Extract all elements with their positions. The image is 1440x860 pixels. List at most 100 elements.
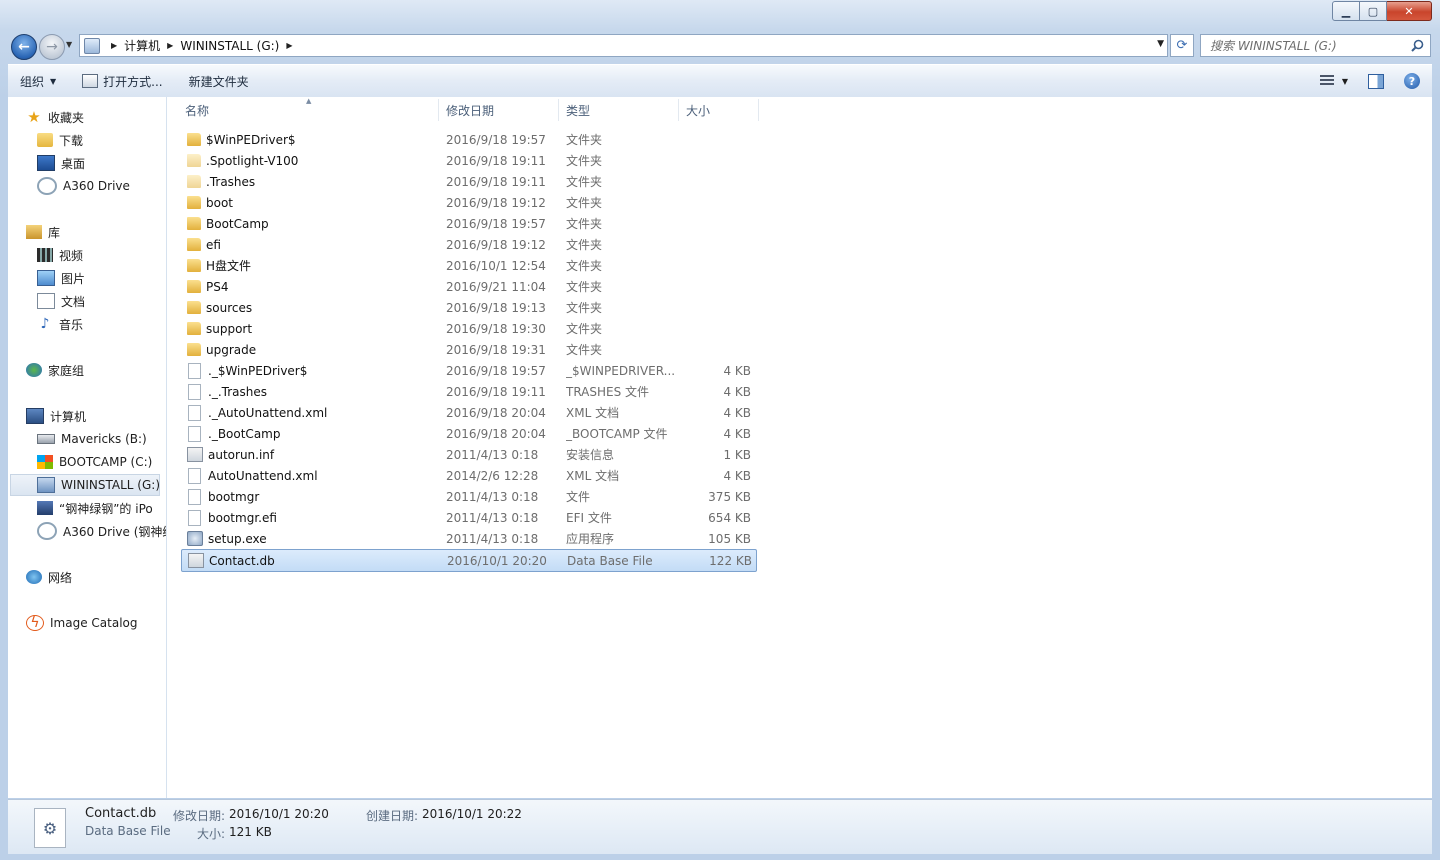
- search-icon[interactable]: [1411, 39, 1424, 52]
- column-header-size[interactable]: 大小: [686, 97, 710, 123]
- minimize-button[interactable]: ▁: [1332, 1, 1360, 21]
- sidebar-item-desktop[interactable]: 桌面: [37, 152, 85, 174]
- file-row[interactable]: ._BootCamp 2016/9/18 20:04 _BOOTCAMP 文件 4 K…: [181, 423, 755, 444]
- recent-pages-dropdown[interactable]: ▼: [66, 40, 72, 49]
- toolbar-right-group: ▼ ?: [1319, 65, 1432, 97]
- file-size: [678, 255, 751, 276]
- file-date: 2016/10/1 12:54: [446, 258, 546, 273]
- file-row[interactable]: boot 2016/9/18 19:12 文件夹: [181, 192, 755, 213]
- new-folder-label: 新建文件夹: [188, 74, 249, 89]
- file-row[interactable]: bootmgr.efi 2011/4/13 0:18 EFI 文件 654 KB: [181, 507, 755, 528]
- file-size: 122 KB: [709, 553, 752, 568]
- breadcrumb-drive[interactable]: WININSTALL (G:): [180, 39, 279, 53]
- view-options-icon[interactable]: [1319, 75, 1334, 87]
- breadcrumb-computer[interactable]: 计算机: [124, 37, 160, 54]
- file-row[interactable]: Contact.db 2016/10/1 20:20 Data Base File 1…: [181, 549, 757, 572]
- sidebar-item-pictures[interactable]: 图片: [37, 267, 85, 289]
- sidebar-item-label: A360 Drive: [63, 179, 130, 193]
- column-divider[interactable]: [678, 99, 679, 121]
- details-size-label: 大小:: [197, 827, 226, 841]
- homegroup-icon: [26, 363, 42, 377]
- file-name: sources: [206, 300, 253, 315]
- file-row[interactable]: .Spotlight-V100 2016/9/18 19:11 文件夹: [181, 150, 755, 171]
- chevron-down-icon[interactable]: ▼: [1342, 77, 1348, 86]
- folder-icon: [187, 343, 201, 356]
- help-icon[interactable]: ?: [1404, 73, 1420, 89]
- file-icon: [188, 425, 201, 442]
- file-row[interactable]: bootmgr 2011/4/13 0:18 文件 375 KB: [181, 486, 755, 507]
- file-row[interactable]: efi 2016/9/18 19:12 文件夹: [181, 234, 755, 255]
- column-header-name[interactable]: 名称: [185, 97, 209, 123]
- sidebar-libraries[interactable]: 库: [26, 221, 60, 243]
- file-name: bootmgr.efi: [208, 510, 277, 525]
- sidebar-image-catalog[interactable]: ϟ Image Catalog: [26, 612, 137, 634]
- file-row[interactable]: sources 2016/9/18 19:13 文件夹: [181, 297, 755, 318]
- chevron-right-icon[interactable]: ▶: [167, 41, 173, 50]
- file-row[interactable]: BootCamp 2016/9/18 19:57 文件夹: [181, 213, 755, 234]
- sidebar-computer[interactable]: 计算机: [26, 405, 86, 427]
- sidebar-favorites[interactable]: ★ 收藏夹: [26, 106, 84, 128]
- file-row[interactable]: $WinPEDriver$ 2016/9/18 19:57 文件夹: [181, 129, 755, 150]
- file-row[interactable]: upgrade 2016/9/18 19:31 文件夹: [181, 339, 755, 360]
- back-button[interactable]: ←: [11, 34, 37, 60]
- file-row[interactable]: setup.exe 2011/4/13 0:18 应用程序 105 KB: [181, 528, 755, 549]
- chevron-down-icon: ▼: [50, 76, 57, 86]
- file-type: 文件夹: [566, 154, 603, 168]
- sidebar-item-ipod[interactable]: “钢神绿钢”的 iPo: [37, 497, 153, 519]
- open-with-button[interactable]: 打开方式...: [76, 68, 168, 94]
- preview-pane-icon[interactable]: [1368, 73, 1384, 89]
- sidebar-item-documents[interactable]: 文档: [37, 290, 85, 312]
- sidebar-item-label: “钢神绿钢”的 iPo: [59, 501, 153, 516]
- file-row[interactable]: .Trashes 2016/9/18 19:11 文件夹: [181, 171, 755, 192]
- file-name: BootCamp: [206, 216, 269, 231]
- forward-button[interactable]: →: [39, 34, 65, 60]
- file-name-cell: Contact.db: [182, 550, 436, 571]
- sidebar-item-a360-drive[interactable]: A360 Drive: [37, 175, 130, 197]
- file-name-cell: H盘文件: [181, 255, 435, 276]
- column-header-date[interactable]: 修改日期: [446, 97, 494, 123]
- organize-button[interactable]: 组织 ▼: [14, 68, 62, 94]
- file-name: boot: [206, 195, 234, 210]
- file-name: bootmgr: [208, 489, 260, 504]
- sidebar-item-downloads[interactable]: 下载: [37, 129, 83, 151]
- file-date: 2016/9/18 19:30: [446, 321, 546, 336]
- desktop-icon: [37, 155, 55, 171]
- sidebar-homegroup[interactable]: 家庭组: [26, 359, 84, 381]
- sidebar-network[interactable]: 网络: [26, 566, 72, 588]
- file-name-cell: ._AutoUnattend.xml: [181, 402, 435, 423]
- sidebar-item-music[interactable]: ♪ 音乐: [37, 313, 83, 335]
- chevron-right-icon[interactable]: ▶: [111, 41, 117, 50]
- new-folder-button[interactable]: 新建文件夹: [183, 68, 255, 94]
- file-row[interactable]: ._AutoUnattend.xml 2016/9/18 20:04 XML 文档 4…: [181, 402, 755, 423]
- column-divider[interactable]: [558, 99, 559, 121]
- sidebar-item-a360-drive-device[interactable]: A360 Drive (钢神绿: [37, 520, 166, 542]
- search-box[interactable]: 搜索 WININSTALL (G:): [1200, 34, 1431, 57]
- file-row[interactable]: ._.Trashes 2016/9/18 19:11 TRASHES 文件 4 KB: [181, 381, 755, 402]
- details-modified-label: 修改日期:: [173, 809, 226, 823]
- maximize-button[interactable]: ▢: [1360, 1, 1387, 21]
- file-row[interactable]: autorun.inf 2011/4/13 0:18 安装信息 1 KB: [181, 444, 755, 465]
- file-icon: [188, 553, 204, 568]
- column-header-type[interactable]: 类型: [566, 97, 590, 123]
- sidebar-favorites-label: 收藏夹: [48, 110, 85, 125]
- address-history-dropdown[interactable]: ▼: [1157, 39, 1164, 49]
- file-name: .Trashes: [206, 174, 256, 189]
- sidebar-item-wininstall[interactable]: WININSTALL (G:): [10, 474, 160, 496]
- file-row[interactable]: AutoUnattend.xml 2014/2/6 12:28 XML 文档 4 KB: [181, 465, 755, 486]
- column-divider[interactable]: [758, 99, 759, 121]
- sidebar-item-bootcamp[interactable]: BOOTCAMP (C:): [37, 451, 152, 473]
- search-input[interactable]: 搜索 WININSTALL (G:): [1210, 37, 1411, 54]
- chevron-right-icon[interactable]: ▶: [286, 41, 292, 50]
- sidebar-item-mavericks[interactable]: Mavericks (B:): [37, 428, 147, 450]
- file-row[interactable]: PS4 2016/9/21 11:04 文件夹: [181, 276, 755, 297]
- close-button[interactable]: ✕: [1387, 1, 1432, 21]
- file-row[interactable]: H盘文件 2016/10/1 12:54 文件夹: [181, 255, 755, 276]
- file-row[interactable]: support 2016/9/18 19:30 文件夹: [181, 318, 755, 339]
- file-row[interactable]: ._$WinPEDriver$ 2016/9/18 19:57 _$WINPEDRI…: [181, 360, 755, 381]
- column-header-label: 大小: [686, 103, 711, 118]
- column-divider[interactable]: [438, 99, 439, 121]
- address-bar[interactable]: ▶ 计算机 ▶ WININSTALL (G:) ▶ ▼: [79, 34, 1168, 57]
- sidebar-item-videos[interactable]: 视频: [37, 244, 83, 266]
- file-name-cell: support: [181, 318, 435, 339]
- refresh-button[interactable]: ⟳: [1170, 34, 1194, 57]
